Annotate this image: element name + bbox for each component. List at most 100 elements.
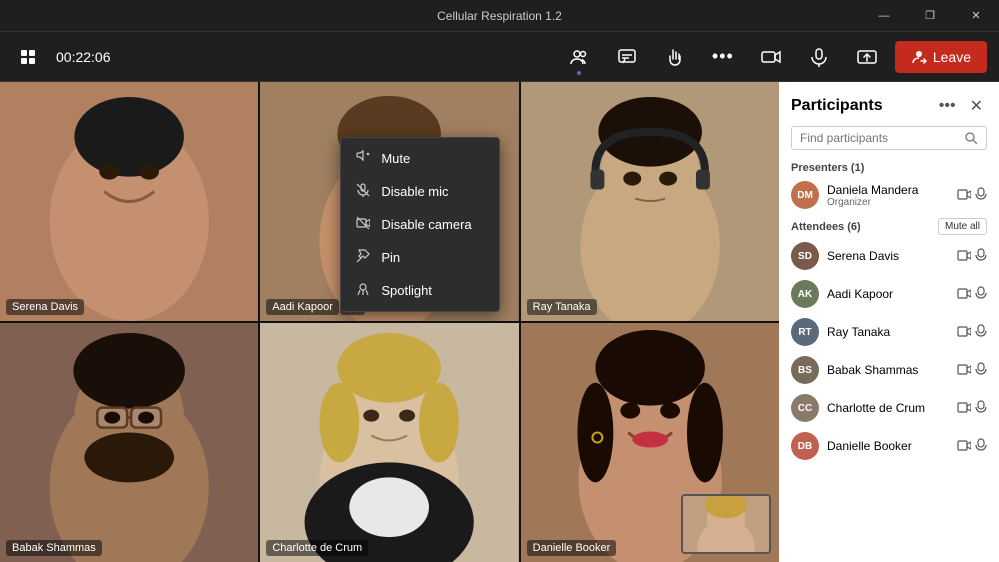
disable-mic-icon — [355, 183, 371, 200]
participant-name: Daniela Mandera — [827, 183, 949, 197]
list-item[interactable]: AK Aadi Kapoor — [779, 275, 999, 313]
participant-icons — [957, 400, 987, 417]
avatar: SD — [791, 242, 819, 270]
leave-button[interactable]: Leave — [895, 41, 987, 73]
list-item[interactable]: RT Ray Tanaka — [779, 313, 999, 351]
camera-icon — [957, 363, 971, 378]
leave-label: Leave — [933, 49, 971, 65]
participant-name: Charlotte de Crum — [827, 401, 949, 415]
video-tile-charlotte: Charlotte de Crum — [260, 323, 518, 562]
search-input[interactable] — [800, 131, 958, 145]
video-grid: Serena Davis Aadi Kapoor ••• — [0, 82, 779, 562]
participant-info: Aadi Kapoor — [827, 287, 949, 301]
chat-button[interactable] — [607, 37, 647, 77]
people-button[interactable] — [559, 37, 599, 77]
camera-icon — [957, 401, 971, 416]
menu-mute[interactable]: Mute — [341, 142, 499, 175]
panel-close-button[interactable]: ✕ — [966, 94, 987, 118]
presenters-section-label: Presenters (1) — [779, 158, 999, 176]
aadi-name-label: Aadi Kapoor — [266, 299, 339, 315]
list-item[interactable]: DB Danielle Booker — [779, 427, 999, 465]
panel-more-button[interactable]: ••• — [935, 95, 960, 117]
self-view-thumbnail — [681, 494, 771, 554]
mic-icon — [975, 438, 987, 455]
mute-all-button[interactable]: Mute all — [938, 218, 987, 235]
avatar: DM — [791, 181, 819, 209]
list-item[interactable]: CC Charlotte de Crum — [779, 389, 999, 427]
camera-icon — [957, 287, 971, 302]
toolbar: 00:22:06 ••• — [0, 32, 999, 82]
avatar: RT — [791, 318, 819, 346]
participant-icons — [957, 362, 987, 379]
window-title: Cellular Respiration 1.2 — [437, 9, 562, 23]
participant-icons — [957, 324, 987, 341]
mic-icon — [975, 324, 987, 341]
menu-disable-mic[interactable]: Disable mic — [341, 175, 499, 208]
avatar: AK — [791, 280, 819, 308]
mute-icon — [355, 150, 371, 167]
search-box — [791, 126, 987, 150]
menu-disable-camera[interactable]: Disable camera — [341, 208, 499, 241]
avatar: BS — [791, 356, 819, 384]
participant-icons — [957, 248, 987, 265]
menu-pin[interactable]: Pin — [341, 241, 499, 274]
camera-icon — [957, 249, 971, 264]
participant-info: Charlotte de Crum — [827, 401, 949, 415]
menu-spotlight[interactable]: Spotlight — [341, 274, 499, 307]
share-screen-button[interactable] — [847, 37, 887, 77]
camera-icon — [957, 439, 971, 454]
participant-sub: Organizer — [827, 197, 949, 208]
grid-icon[interactable] — [12, 41, 44, 73]
participant-icons — [957, 286, 987, 303]
close-button[interactable]: ✕ — [953, 0, 999, 32]
participant-icons — [957, 187, 987, 204]
minimize-button[interactable]: — — [861, 0, 907, 32]
ray-name-label: Ray Tanaka — [527, 299, 597, 315]
participant-info: Serena Davis — [827, 249, 949, 263]
toolbar-left: 00:22:06 — [12, 41, 111, 73]
participant-info: Babak Shammas — [827, 363, 949, 377]
restore-button[interactable]: ❐ — [907, 0, 953, 32]
participant-info: Daniela Mandera Organizer — [827, 183, 949, 208]
panel-header: Participants ••• ✕ — [779, 82, 999, 126]
participant-icons — [957, 438, 987, 455]
participants-panel: Participants ••• ✕ Presenters (1) DM Dan… — [779, 82, 999, 562]
participant-info: Danielle Booker — [827, 439, 949, 453]
toolbar-right: ••• — [559, 37, 987, 77]
avatar: DB — [791, 432, 819, 460]
more-options-button[interactable]: ••• — [703, 37, 743, 77]
mic-icon — [975, 362, 987, 379]
camera-icon — [957, 325, 971, 340]
charlotte-name-label: Charlotte de Crum — [266, 540, 368, 556]
video-tile-babak: Babak Shammas — [0, 323, 258, 562]
participant-name: Aadi Kapoor — [827, 287, 949, 301]
window-controls: — ❐ ✕ — [861, 0, 999, 32]
raise-hand-button[interactable] — [655, 37, 695, 77]
main-content: Serena Davis Aadi Kapoor ••• — [0, 82, 999, 562]
list-item[interactable]: SD Serena Davis — [779, 237, 999, 275]
context-menu: Mute Disable mic — [340, 137, 500, 312]
participant-name: Babak Shammas — [827, 363, 949, 377]
participant-name: Serena Davis — [827, 249, 949, 263]
babak-name-label: Babak Shammas — [6, 540, 102, 556]
mic-button[interactable] — [799, 37, 839, 77]
title-bar: Cellular Respiration 1.2 — ❐ ✕ — [0, 0, 999, 32]
list-item[interactable]: DM Daniela Mandera Organizer — [779, 176, 999, 214]
mic-icon — [975, 248, 987, 265]
participant-list: Presenters (1) DM Daniela Mandera Organi… — [779, 158, 999, 562]
video-tile-serena: Serena Davis — [0, 82, 258, 321]
camera-button[interactable] — [751, 37, 791, 77]
serena-name-label: Serena Davis — [6, 299, 84, 315]
avatar: CC — [791, 394, 819, 422]
call-timer: 00:22:06 — [56, 49, 111, 65]
mic-icon — [975, 400, 987, 417]
participant-info: Ray Tanaka — [827, 325, 949, 339]
attendees-section-label: Attendees (6) Mute all — [779, 214, 999, 237]
mic-icon — [975, 286, 987, 303]
list-item[interactable]: BS Babak Shammas — [779, 351, 999, 389]
search-icon — [964, 131, 978, 145]
panel-title: Participants — [791, 97, 929, 115]
spotlight-icon — [355, 282, 371, 299]
disable-camera-icon — [355, 216, 371, 233]
video-tile-danielle: Danielle Booker — [521, 323, 779, 562]
